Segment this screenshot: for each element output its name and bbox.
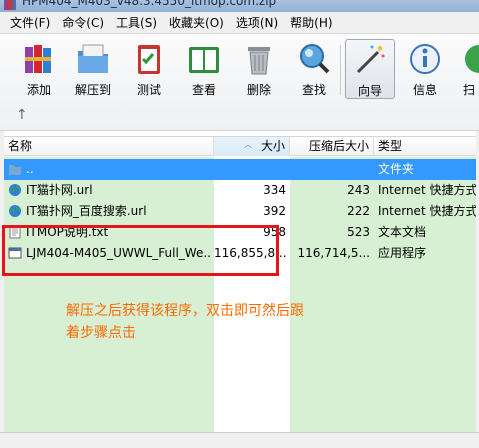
column-header-name[interactable]: 名称 — [4, 137, 214, 156]
toolbar-separator — [340, 45, 341, 95]
globe-icon — [9, 184, 21, 196]
magnifier-icon — [296, 41, 332, 77]
annotation-text: 解压之后获得该程序，双击即可然后跟着步骤点击 — [66, 303, 304, 341]
clipboard-check-icon — [131, 41, 167, 77]
menu-tools[interactable]: 工具(S) — [110, 13, 163, 33]
window-title: HPM404_M403_v48.3.4550_itmop.com.zip — [22, 0, 277, 8]
scan-button[interactable]: 扫 — [455, 39, 479, 97]
sort-up-icon: ︿ — [244, 140, 252, 149]
view-button[interactable]: 查看 — [181, 39, 227, 97]
open-book-icon — [186, 41, 222, 77]
info-icon — [407, 41, 443, 77]
menu-commands[interactable]: 命令(C) — [56, 13, 110, 33]
delete-button[interactable]: 删除 — [236, 39, 282, 97]
folder-extract-icon — [75, 41, 111, 77]
toolbar: 添加 解压到 测试 查看 删除 查找 向导 信息 扫 ↑ — [0, 35, 479, 131]
menu-options[interactable]: 选项(N) — [230, 13, 284, 33]
add-button[interactable]: 添加 — [16, 39, 62, 97]
up-folder-icon[interactable]: ↑ — [16, 107, 30, 123]
highlight-box — [2, 225, 279, 276]
magic-wand-icon — [352, 42, 388, 78]
folder-icon — [9, 165, 21, 175]
status-bar — [0, 432, 479, 448]
find-button[interactable]: 查找 — [291, 39, 337, 97]
books-icon — [21, 41, 57, 77]
table-row[interactable]: .. 文件夹 — [4, 159, 476, 180]
extract-to-button[interactable]: 解压到 — [70, 39, 116, 97]
file-list: .. 文件夹 IT猫扑网.url 334 243 Internet 快捷方式 I… — [4, 157, 476, 432]
column-header-type[interactable]: 类型 — [374, 137, 476, 156]
title-bar: HPM404_M403_v48.3.4550_itmop.com.zip — [0, 0, 479, 12]
scan-icon — [461, 41, 479, 77]
table-row[interactable]: IT猫扑网.url 334 243 Internet 快捷方式 — [4, 180, 476, 201]
menu-help[interactable]: 帮助(H) — [284, 13, 338, 33]
menu-file[interactable]: 文件(F) — [4, 13, 56, 33]
menu-favorites[interactable]: 收藏夹(O) — [163, 13, 230, 33]
column-header-size[interactable]: ︿ 大小 — [214, 137, 290, 156]
table-row[interactable]: IT猫扑网_百度搜索.url 392 222 Internet 快捷方式 — [4, 201, 476, 222]
info-button[interactable]: 信息 — [402, 39, 448, 97]
file-list-header: 名称 ︿ 大小 压缩后大小 类型 — [4, 136, 476, 156]
winrar-app-icon — [4, 0, 16, 10]
test-button[interactable]: 测试 — [126, 39, 172, 97]
wizard-button[interactable]: 向导 — [345, 39, 395, 99]
trash-icon — [241, 41, 277, 77]
column-header-packed[interactable]: 压缩后大小 — [290, 137, 374, 156]
menu-bar: 文件(F) 命令(C) 工具(S) 收藏夹(O) 选项(N) 帮助(H) — [0, 12, 479, 34]
globe-icon — [9, 205, 21, 217]
